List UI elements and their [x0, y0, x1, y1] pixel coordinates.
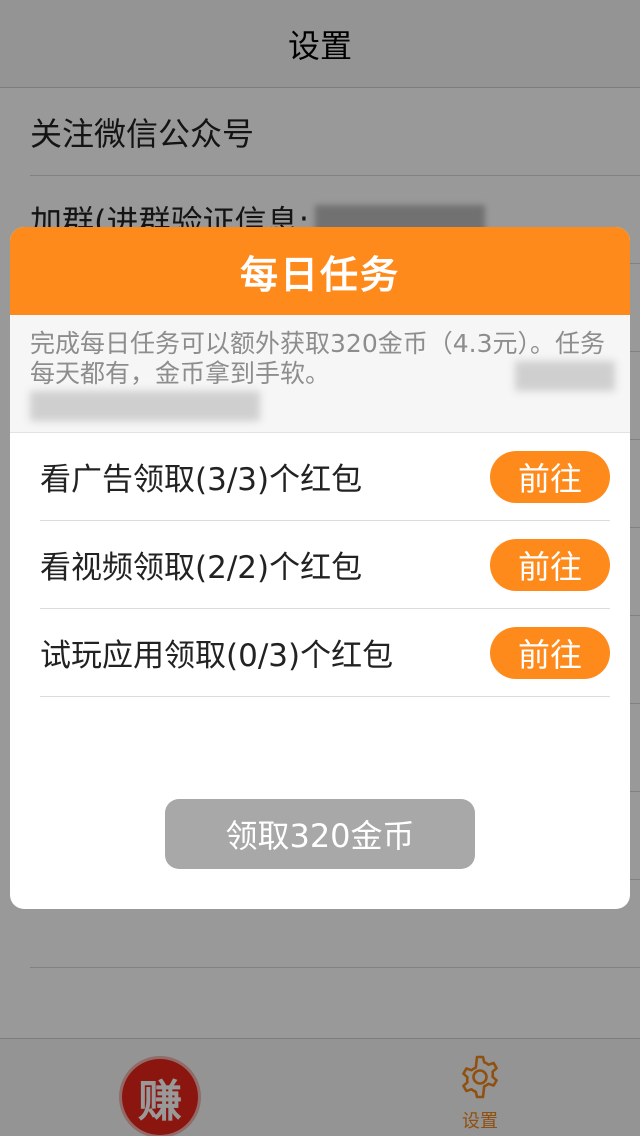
task-label: 看视频领取(2/2)个红包 — [40, 550, 363, 586]
task-row-video: 看视频领取(2/2)个红包 前往 — [40, 521, 610, 609]
go-button[interactable]: 前往 — [490, 538, 610, 591]
claim-coins-button[interactable]: 领取320金币 — [165, 799, 475, 869]
task-label: 试玩应用领取(0/3)个红包 — [40, 638, 394, 674]
go-button[interactable]: 前往 — [490, 626, 610, 679]
go-button[interactable]: 前往 — [490, 450, 610, 503]
modal-header: 每日任务 — [10, 227, 630, 315]
task-row-ad: 看广告领取(3/3)个红包 前往 — [40, 433, 610, 521]
redacted-text — [515, 361, 615, 391]
modal-description: 完成每日任务可以额外获取320金币（4.3元）。任务每天都有，金币拿到手软。 — [10, 315, 630, 433]
task-row-app-trial: 试玩应用领取(0/3)个红包 前往 — [40, 609, 610, 697]
task-list: 看广告领取(3/3)个红包 前往 看视频领取(2/2)个红包 前往 试玩应用领取… — [10, 433, 630, 697]
task-label: 看广告领取(3/3)个红包 — [40, 462, 363, 498]
daily-tasks-modal: 每日任务 完成每日任务可以额外获取320金币（4.3元）。任务每天都有，金币拿到… — [10, 227, 630, 909]
redacted-text — [30, 391, 260, 421]
modal-title: 每日任务 — [239, 252, 400, 297]
